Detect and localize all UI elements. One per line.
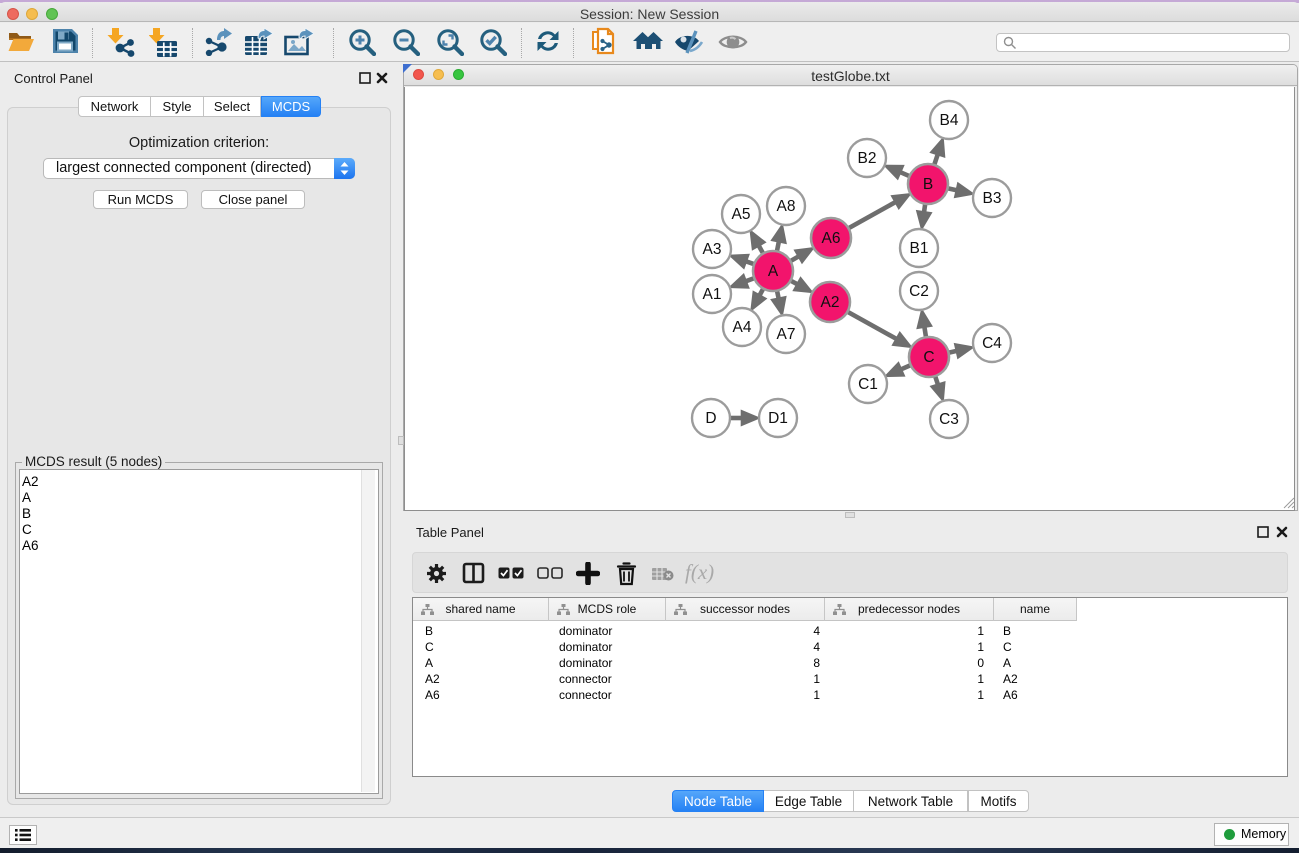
svg-text:C3: C3 — [939, 411, 959, 428]
svg-text:A1: A1 — [703, 286, 722, 303]
svg-text:A7: A7 — [777, 326, 796, 343]
svg-text:B3: B3 — [983, 190, 1002, 207]
svg-text:C1: C1 — [858, 376, 878, 393]
svg-text:A: A — [768, 263, 779, 280]
svg-text:B: B — [923, 176, 933, 193]
svg-text:B1: B1 — [910, 240, 929, 257]
svg-text:A8: A8 — [777, 198, 796, 215]
svg-text:D1: D1 — [768, 410, 788, 427]
svg-text:C: C — [923, 349, 934, 366]
svg-text:A3: A3 — [703, 241, 722, 258]
svg-text:A5: A5 — [732, 206, 751, 223]
svg-text:B4: B4 — [940, 112, 959, 129]
svg-text:A4: A4 — [733, 319, 752, 336]
svg-text:C2: C2 — [909, 283, 929, 300]
svg-text:C4: C4 — [982, 335, 1002, 352]
svg-text:A2: A2 — [821, 294, 840, 311]
svg-text:D: D — [705, 410, 716, 427]
svg-text:A6: A6 — [822, 230, 841, 247]
svg-text:B2: B2 — [858, 150, 877, 167]
